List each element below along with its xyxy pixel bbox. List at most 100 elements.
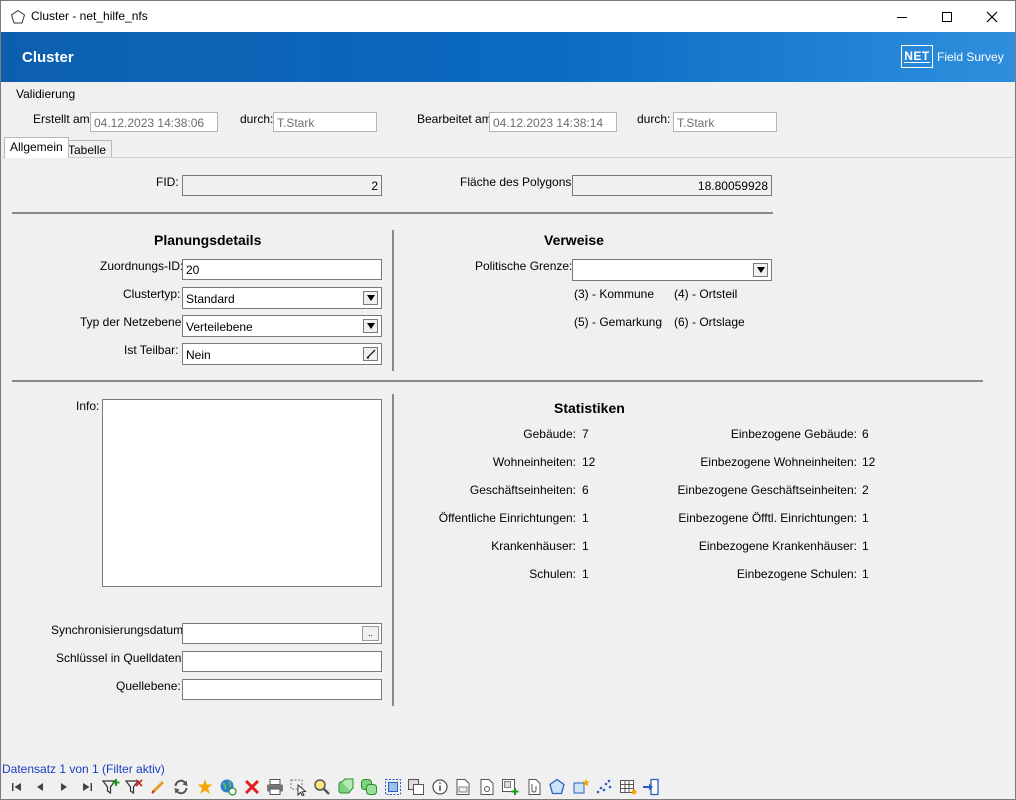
stat-label: Einbezogene Geschäftseinheiten: <box>677 483 857 497</box>
scatter-button[interactable] <box>593 776 617 798</box>
stat-label: Einbezogene Krankenhäuser: <box>698 539 857 553</box>
refresh-icon <box>174 779 188 794</box>
reference-option-ortslage: (6) - Ortslage <box>674 315 745 329</box>
created-date-field[interactable]: 04.12.2023 14:38:06 <box>90 112 218 132</box>
shape-button[interactable] <box>334 776 358 798</box>
source-key-label: Schlüssel in Quelldaten: <box>56 651 185 665</box>
exit-button[interactable] <box>640 776 664 798</box>
polygon-button[interactable] <box>546 776 570 798</box>
close-button[interactable] <box>969 1 1015 32</box>
check-icon <box>366 349 375 359</box>
delete-icon <box>244 779 259 794</box>
document-button[interactable] <box>475 776 499 798</box>
stat-label: Öffentliche Einrichtungen: <box>438 511 576 525</box>
stat-value: 12 <box>862 455 876 469</box>
copy-area-button[interactable] <box>381 776 405 798</box>
dropdown-button[interactable] <box>363 291 378 305</box>
edit-icon <box>151 780 164 794</box>
statistics-title: Statistiken <box>554 400 625 416</box>
stat-value: 1 <box>582 567 589 581</box>
assignment-id-label: Zuordnungs-ID: <box>100 259 184 273</box>
created-by-label: durch: <box>240 112 274 126</box>
merge-icon <box>361 778 378 795</box>
last-record-icon <box>83 782 93 791</box>
political-border-select[interactable] <box>572 259 772 281</box>
header-banner: Cluster NET Field Survey <box>1 32 1015 82</box>
dropdown-button[interactable] <box>753 263 768 277</box>
stat-value: 1 <box>862 539 869 553</box>
info-textarea[interactable] <box>102 399 382 587</box>
network-level-select[interactable]: Verteilebene <box>182 315 382 337</box>
stat-label: Einbezogene Gebäude: <box>730 427 857 441</box>
shape-icon <box>338 778 354 793</box>
divisible-select[interactable]: Nein <box>182 343 382 365</box>
created-label: Erstellt am: <box>33 112 94 126</box>
edited-date-field[interactable]: 04.12.2023 14:38:14 <box>489 112 617 132</box>
last-record-button[interactable] <box>76 776 100 798</box>
sync-date-field[interactable]: .. <box>182 623 382 644</box>
divider-vertical-upper <box>392 230 394 371</box>
created-by-field[interactable]: T.Stark <box>273 112 377 132</box>
area-field[interactable]: 18.80059928 <box>572 175 772 196</box>
edited-label: Bearbeitet am: <box>417 112 496 126</box>
divider-top <box>12 212 773 214</box>
checkbox-toggle-button[interactable] <box>363 347 378 361</box>
globe-sync-button[interactable] <box>217 776 241 798</box>
minimize-button[interactable] <box>879 1 925 32</box>
stat-label: Schulen: <box>529 567 576 581</box>
new-polygon-button[interactable] <box>569 776 593 798</box>
stat-value: 12 <box>582 455 596 469</box>
attachment-button[interactable] <box>522 776 546 798</box>
date-picker-button[interactable]: .. <box>362 626 379 641</box>
cluster-type-select[interactable]: Standard <box>182 287 382 309</box>
report-button[interactable] <box>452 776 476 798</box>
new-button[interactable] <box>193 776 217 798</box>
zoom-button[interactable] <box>311 776 335 798</box>
report-icon <box>456 778 470 795</box>
dropdown-button[interactable] <box>363 319 378 333</box>
cluster-type-value: Standard <box>186 292 235 306</box>
fid-field[interactable]: 2 <box>182 175 382 196</box>
globe-sync-icon <box>220 779 237 796</box>
info-label: Info: <box>76 399 100 413</box>
stat-value: 2 <box>862 483 869 497</box>
edited-by-field[interactable]: T.Stark <box>673 112 777 132</box>
previous-record-icon <box>37 782 44 791</box>
table-icon <box>619 779 637 794</box>
stat-label: Einbezogene Schulen: <box>736 567 857 581</box>
app-polygon-icon <box>10 9 26 24</box>
info-button[interactable] <box>428 776 452 798</box>
reference-option-ortsteil: (4) - Ortsteil <box>674 287 738 301</box>
planning-title: Planungsdetails <box>154 232 262 248</box>
refresh-button[interactable] <box>170 776 194 798</box>
cluster-type-label: Clustertyp: <box>123 287 181 301</box>
delete-button[interactable] <box>240 776 264 798</box>
duplicate-button[interactable] <box>405 776 429 798</box>
edited-by-label: durch: <box>637 112 671 126</box>
remove-filter-button[interactable] <box>123 776 147 798</box>
print-icon <box>267 778 284 795</box>
next-record-icon <box>60 782 67 791</box>
add-document-button[interactable] <box>499 776 523 798</box>
copy-area-icon <box>384 778 401 795</box>
first-record-button[interactable] <box>5 776 29 798</box>
print-button[interactable] <box>264 776 288 798</box>
source-key-input[interactable] <box>182 651 382 672</box>
product-name: Field Survey <box>937 50 1004 64</box>
merge-button[interactable] <box>358 776 382 798</box>
add-document-icon <box>502 778 519 795</box>
title-bar: Cluster - net_hilfe_nfs <box>1 1 1015 32</box>
next-record-button[interactable] <box>52 776 76 798</box>
add-filter-button[interactable] <box>99 776 123 798</box>
assignment-id-input[interactable]: 20 <box>182 259 382 280</box>
select-icon <box>290 779 307 796</box>
chevron-down-icon <box>366 295 375 301</box>
table-button[interactable] <box>616 776 640 798</box>
previous-record-button[interactable] <box>29 776 53 798</box>
edit-button[interactable] <box>146 776 170 798</box>
select-button[interactable] <box>287 776 311 798</box>
maximize-button[interactable] <box>924 1 970 32</box>
chevron-down-icon <box>756 267 765 273</box>
source-layer-input[interactable] <box>182 679 382 700</box>
tab-allgemein[interactable]: Allgemein <box>4 137 69 158</box>
